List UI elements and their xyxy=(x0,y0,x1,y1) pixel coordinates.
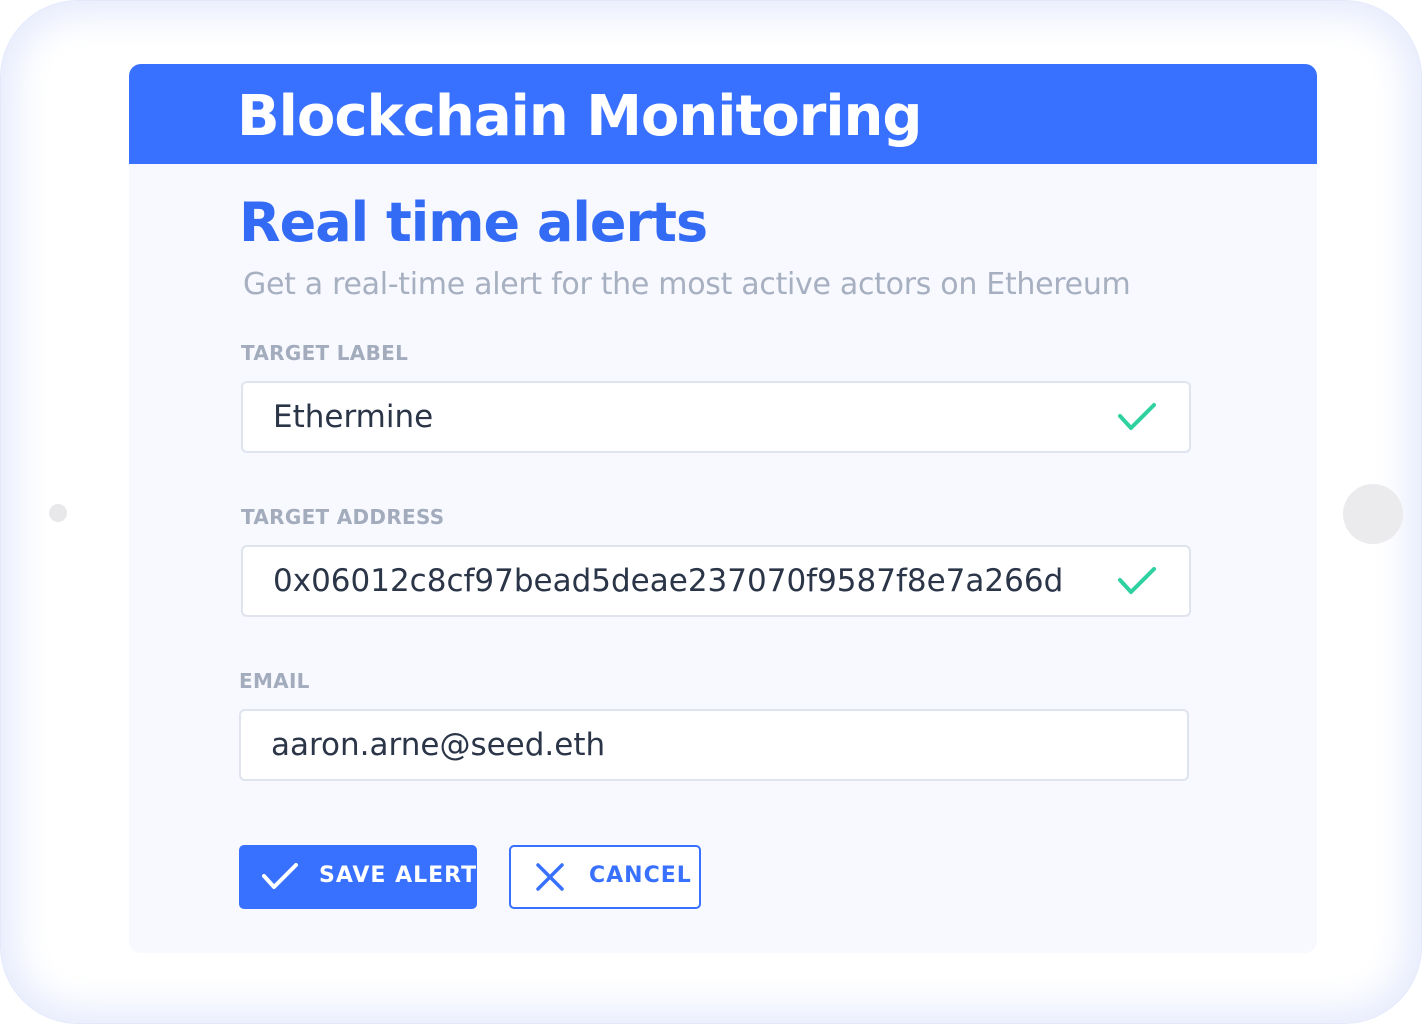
email-input[interactable] xyxy=(271,711,1091,779)
save-alert-button[interactable]: SAVE ALERT xyxy=(239,845,477,909)
save-alert-label: SAVE ALERT xyxy=(319,863,478,888)
cancel-button[interactable]: CANCEL xyxy=(509,845,701,909)
app-title: Blockchain Monitoring xyxy=(237,84,922,149)
valid-check-icon xyxy=(1118,403,1156,430)
form-subtitle: Get a real-time alert for the most activ… xyxy=(243,267,1131,302)
target-label-field[interactable] xyxy=(241,381,1191,453)
cancel-label: CANCEL xyxy=(589,863,692,888)
check-icon xyxy=(262,863,298,889)
camera-dot xyxy=(49,504,67,522)
email-field[interactable] xyxy=(239,709,1189,781)
form-title: Real time alerts xyxy=(239,191,708,254)
target-address-label: TARGET ADDRESS xyxy=(241,505,445,529)
app-header: Blockchain Monitoring xyxy=(129,64,1317,164)
app-screen: Blockchain Monitoring Real time alerts G… xyxy=(129,64,1317,953)
target-address-input[interactable] xyxy=(273,547,1093,615)
valid-check-icon xyxy=(1118,567,1156,594)
target-address-field[interactable] xyxy=(241,545,1191,617)
target-label-label: TARGET LABEL xyxy=(241,341,409,365)
tablet-frame: Blockchain Monitoring Real time alerts G… xyxy=(0,0,1422,1024)
close-icon xyxy=(536,863,564,891)
target-label-input[interactable] xyxy=(273,383,1093,451)
home-button[interactable] xyxy=(1343,484,1403,544)
email-label: EMAIL xyxy=(239,669,310,693)
